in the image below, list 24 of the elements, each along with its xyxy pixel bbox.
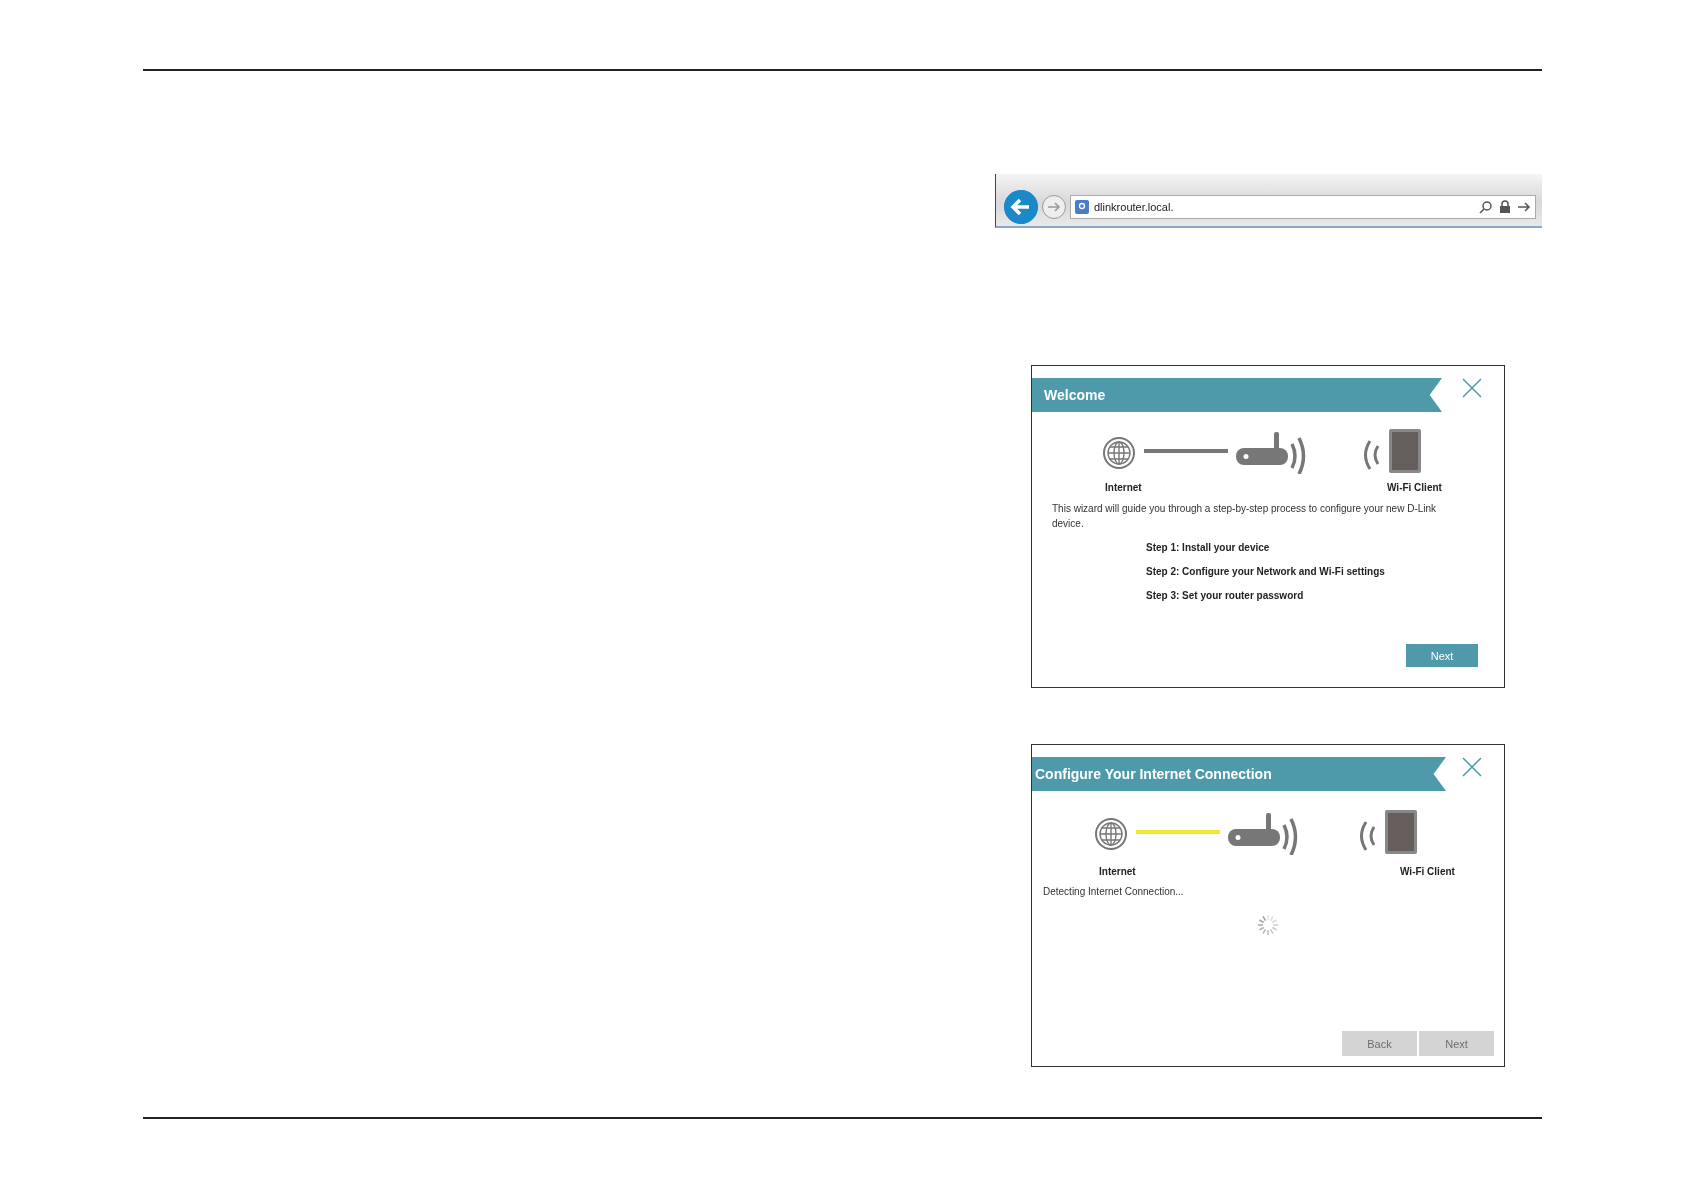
search-engine-icon (1075, 200, 1089, 214)
internet-label: Internet (1099, 866, 1137, 877)
wifi-client-label: Wi-Fi Client (1387, 482, 1442, 493)
close-icon[interactable] (1462, 757, 1482, 777)
dialog-title: Configure Your Internet Connection (1032, 757, 1446, 791)
wifi-client-label: Wi-Fi Client (1400, 866, 1455, 877)
wizard-text: Detecting Internet Connection... (1043, 885, 1185, 899)
go-arrow-icon[interactable] (1517, 200, 1531, 214)
dialog-title: Welcome (1032, 378, 1442, 412)
wizard-text: This wizard will guide you through a step-by-step process to configure your new D-Link device. (1052, 502, 1438, 531)
tablet-icon (1384, 809, 1418, 855)
address-field[interactable]: dlinkrouter.local. (1070, 195, 1536, 219)
globe-icon (1102, 436, 1136, 470)
step-text: Step 3: Set your router password (1146, 589, 1305, 603)
search-icon[interactable] (1479, 200, 1493, 214)
back-arrow-icon[interactable] (1004, 190, 1038, 224)
next-button[interactable]: Next (1406, 644, 1478, 667)
globe-icon (1094, 817, 1128, 851)
close-icon[interactable] (1462, 378, 1482, 398)
lock-icon (1498, 200, 1512, 214)
step-text: Step 1: Install your device (1146, 541, 1271, 555)
internet-label: Internet (1105, 482, 1143, 493)
step-text: Step 2: Configure your Network and Wi-Fi settings (1146, 565, 1386, 579)
tablet-icon (1388, 428, 1422, 474)
